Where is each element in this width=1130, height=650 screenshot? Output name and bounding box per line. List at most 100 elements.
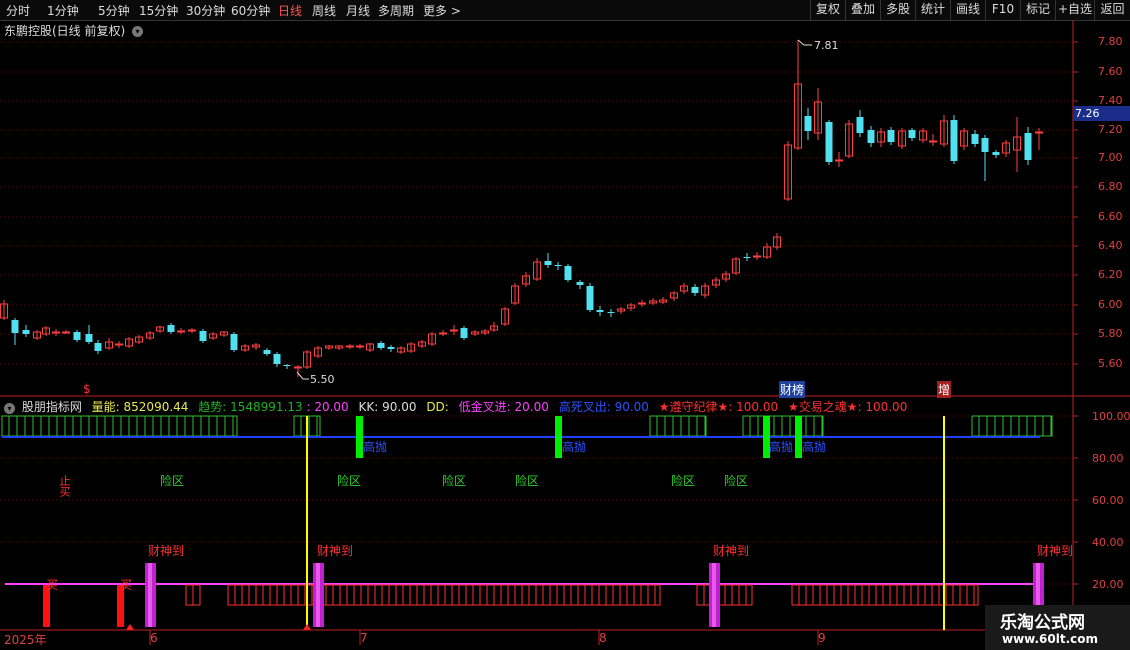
candle-body-up — [450, 329, 458, 332]
high-price-label: 7.81 — [814, 39, 839, 52]
candle-body-up — [62, 331, 70, 334]
indicator-tick: 60.00 — [1092, 494, 1124, 507]
candle-body-down — [377, 343, 385, 348]
chevron-down-icon[interactable]: ▾ — [132, 26, 144, 37]
candle-body-down — [607, 312, 615, 313]
stop-char: 止 — [58, 475, 71, 486]
buy-char: 买 — [58, 486, 71, 497]
gear-icon[interactable]: ▾ — [4, 403, 15, 414]
risk-zone-label: 险区 — [724, 474, 749, 488]
price-tick: 5.60 — [1098, 357, 1123, 370]
indicator-value: DD: — [426, 400, 449, 414]
wealth-signal-label: 财神到 — [1037, 544, 1074, 558]
price-tick: 6.20 — [1098, 268, 1123, 281]
sell-high-label: 高抛 — [802, 440, 827, 454]
indicator-tick: 20.00 — [1092, 578, 1124, 591]
candle-body-down — [230, 334, 238, 350]
candle-body-up — [188, 329, 196, 332]
candle-body-down — [199, 331, 207, 341]
date-tick: 2025年 — [4, 633, 47, 647]
risk-zone-label: 险区 — [337, 474, 362, 488]
candle-body-down — [856, 117, 864, 133]
candle-body-down — [544, 261, 552, 265]
high-zone-box — [971, 415, 1053, 437]
indicator-value: 趋势: 1548991.13 — [198, 400, 303, 414]
candle-body-down — [73, 332, 81, 340]
candle-body-up — [439, 332, 447, 335]
date-tick: 6 — [150, 631, 158, 645]
indicator-value: ★遵守纪律★: 100.00 — [658, 400, 779, 414]
watermark-url: www.60lt.com — [1002, 632, 1099, 646]
buy-signal-label: 买 — [120, 578, 133, 592]
wealth-pillar-highlight — [712, 563, 716, 627]
candle-body-down — [263, 350, 271, 354]
candle-body-up — [835, 159, 843, 162]
candle-body-up — [356, 345, 364, 348]
price-tick: 7.80 — [1098, 35, 1123, 48]
risk-zone-label: 险区 — [515, 474, 540, 488]
wealth-pillar-highlight — [316, 563, 320, 627]
wealth-signal-label: 财神到 — [317, 544, 354, 558]
date-tick: 8 — [599, 631, 607, 645]
buy-signal-label: 买 — [46, 578, 59, 592]
price-tick: 7.00 — [1098, 151, 1123, 164]
low-zone-box — [227, 584, 661, 606]
candle-body-down — [85, 334, 93, 342]
candle-body-up — [638, 302, 646, 305]
risk-zone-label: 险区 — [671, 474, 696, 488]
candle-body-up — [753, 255, 761, 258]
candle-body-down — [554, 265, 562, 266]
sell-signal-bar — [555, 416, 562, 458]
indicator-value: 低金叉进: 20.00 — [458, 400, 549, 414]
candle-body-down — [22, 330, 30, 334]
candle-body-down — [460, 328, 468, 338]
candle-body-up — [929, 140, 937, 143]
stock-title: 东鹏控股(日线 前复权) ▾ — [4, 22, 144, 39]
wealth-signal-label: 财神到 — [713, 544, 750, 558]
stock-name: 东鹏控股(日线 前复权) — [4, 24, 126, 38]
price-tick: 7.20 — [1098, 123, 1123, 136]
buy-triangle — [303, 624, 311, 630]
candle-body-up — [294, 366, 302, 369]
candle-body-down — [94, 343, 102, 351]
date-tick: 9 — [818, 631, 826, 645]
candle-body-down — [804, 116, 812, 131]
sell-high-label: 高抛 — [769, 440, 794, 454]
price-tick: 7.60 — [1098, 65, 1123, 78]
indicator-value: KK: 90.00 — [358, 400, 417, 414]
candle-body-down — [564, 266, 572, 280]
candle-body-down — [576, 282, 584, 285]
price-tick: 6.00 — [1098, 298, 1123, 311]
candle-body-down — [586, 286, 594, 310]
candle-body-down — [908, 130, 916, 138]
low-price-label: 5.50 — [310, 373, 335, 386]
dollar-marker: $ — [83, 382, 91, 396]
candle-body-down — [950, 120, 958, 161]
candle-body-down — [1024, 133, 1032, 160]
high-zone-box — [742, 415, 824, 437]
high-zone-box — [1, 415, 238, 437]
risk-zone-label: 险区 — [442, 474, 467, 488]
buy-triangle — [126, 624, 134, 630]
candle-body-up — [1035, 131, 1043, 134]
candle-body-down — [387, 347, 395, 349]
candle-body-down — [11, 320, 19, 333]
indicator-value: 高死叉出: 90.00 — [558, 400, 649, 414]
candle-body-down — [283, 365, 291, 366]
price-tick: 6.40 — [1098, 239, 1123, 252]
candle-body-down — [981, 138, 989, 152]
high-zone-box — [649, 415, 707, 437]
price-tick: 5.80 — [1098, 327, 1123, 340]
indicator-value: 量能: 852090.44 — [91, 400, 189, 414]
candle-body-down — [825, 122, 833, 162]
candle-body-down — [743, 257, 751, 258]
candle-body-down — [992, 152, 1000, 155]
candle-body-up — [177, 330, 185, 333]
candle-body-up — [115, 343, 123, 346]
indicator-tick: 40.00 — [1092, 536, 1124, 549]
stop-signal-label: 止买 — [56, 475, 72, 497]
sell-signal-bar — [356, 416, 363, 458]
price-tick: 6.80 — [1098, 180, 1123, 193]
price-tick: 6.60 — [1098, 210, 1123, 223]
indicator-name[interactable]: 股朋指标网 — [22, 400, 82, 414]
